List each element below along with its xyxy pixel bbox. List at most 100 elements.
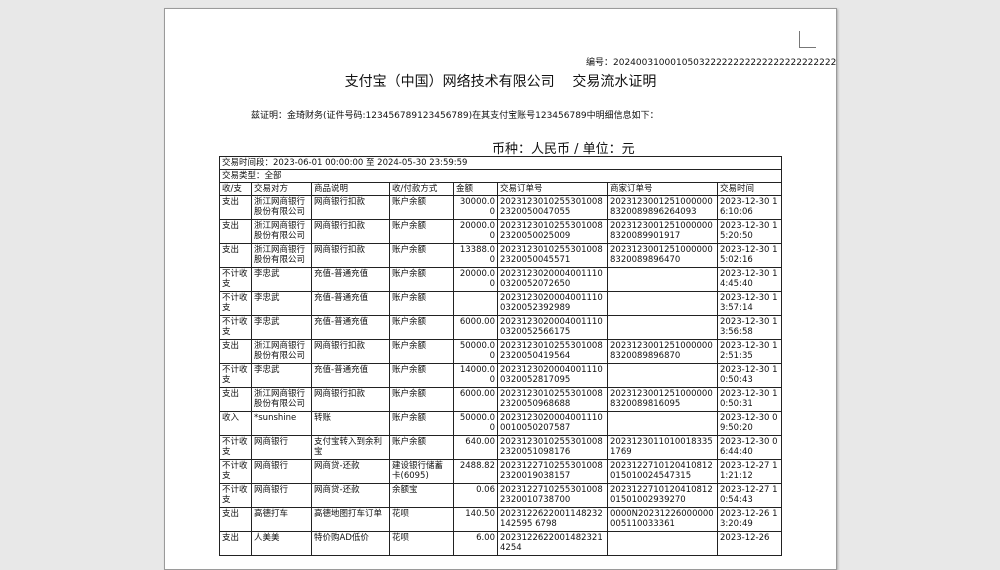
column-header: 商品说明 bbox=[311, 182, 390, 196]
table-cell: 20000.00 bbox=[453, 219, 498, 244]
table-cell: 2488.82 bbox=[453, 459, 498, 484]
table-cell: 2023-12-30 12:51:35 bbox=[716, 339, 783, 364]
table-cell: 支出 bbox=[219, 507, 252, 532]
table-cell: 充值-普通充值 bbox=[311, 267, 390, 292]
table-cell: 网商银行 bbox=[251, 459, 312, 484]
table-cell: 余额宝 bbox=[389, 483, 454, 508]
table-cell: 30000.00 bbox=[453, 195, 498, 220]
table-row: 支出 浙江网商银行股份有限公司 网商银行扣款 账户余额 20000.00 20231230… bbox=[219, 219, 783, 244]
column-header: 金额 bbox=[453, 182, 498, 196]
table-cell: 6.00 bbox=[453, 531, 498, 556]
table-cell: 20231230200040011100320052566175 bbox=[497, 315, 608, 340]
table-row: 不计收支 网商银行 网商贷-还款 余额宝 0.06 2023122710255301008… bbox=[219, 483, 783, 508]
table-cell: 14000.00 bbox=[453, 363, 498, 388]
table-cell: 不计收支 bbox=[219, 267, 252, 292]
table-cell: 网商银行扣款 bbox=[311, 243, 390, 268]
table-cell: 浙江网商银行股份有限公司 bbox=[251, 387, 312, 412]
table-cell bbox=[607, 531, 718, 556]
table-cell: 李忠武 bbox=[251, 363, 312, 388]
table-cell: 202312271012041081201501002939270 bbox=[607, 483, 718, 508]
table-cell: 转账 bbox=[311, 411, 390, 436]
statement-page: 编号：2024003100010503222222222222222222222… bbox=[164, 8, 837, 570]
table-cell: 2023-12-30 09:50:20 bbox=[716, 411, 783, 436]
table-cell: 不计收支 bbox=[219, 315, 252, 340]
table-row: 不计收支 李忠武 充值-普通充值 账户余额 6000.00 202312302000400… bbox=[219, 315, 783, 340]
table-cell: 浙江网商银行股份有限公司 bbox=[251, 195, 312, 220]
table-cell: 20231230012510000008320089816095 bbox=[607, 387, 718, 412]
table-cell: 浙江网商银行股份有限公司 bbox=[251, 219, 312, 244]
table-cell: 20000.00 bbox=[453, 267, 498, 292]
table-cell: 2023122710120410812015010024547315 bbox=[607, 459, 718, 484]
table-cell: 2023-12-30 16:10:06 bbox=[716, 195, 783, 220]
table-cell: 账户余额 bbox=[389, 219, 454, 244]
table-cell: 支出 bbox=[219, 195, 252, 220]
column-header: 交易时间 bbox=[716, 182, 783, 196]
table-row: 支出 高德打车 高德地图打车订单 花呗 140.50 202312262200114823… bbox=[219, 507, 783, 532]
table-cell: 网商贷-还款 bbox=[311, 483, 390, 508]
column-header: 交易对方 bbox=[251, 182, 312, 196]
table-cell: 支出 bbox=[219, 339, 252, 364]
certification-statement: 兹证明：金琦财务(证件号码:123456789123456789)在其支付宝账号… bbox=[251, 111, 659, 121]
table-cell: 不计收支 bbox=[219, 435, 252, 460]
table-cell bbox=[453, 291, 498, 316]
table-cell: 2023-12-30 15:02:16 bbox=[716, 243, 783, 268]
table-row: 支出 人美美 特价购AD低价 花呗 6.00 2023122622001482321425… bbox=[219, 531, 783, 556]
table-cell: 20231230102553010082320050047055 bbox=[497, 195, 608, 220]
table-row: 支出 浙江网商银行股份有限公司 网商银行扣款 账户余额 6000.00 202312301… bbox=[219, 387, 783, 412]
table-cell: 支付宝转入到余利宝 bbox=[311, 435, 390, 460]
table-cell: 人美美 bbox=[251, 531, 312, 556]
table-cell: 50000.00 bbox=[453, 411, 498, 436]
table-cell: 花呗 bbox=[389, 531, 454, 556]
table-cell: 20231230012510000008320089901917 bbox=[607, 219, 718, 244]
table-row: 不计收支 网商银行 支付宝转入到余利宝 账户余额 640.00 2023123010255… bbox=[219, 435, 783, 460]
table-cell: 网商银行扣款 bbox=[311, 339, 390, 364]
table-row: 不计收支 李忠武 充值-普通充值 账户余额 20000.00 20231230200040… bbox=[219, 267, 783, 292]
table-cell: 2023-12-30 10:50:43 bbox=[716, 363, 783, 388]
table-cell: 20231230200040011100320052072650 bbox=[497, 267, 608, 292]
table-cell bbox=[607, 267, 718, 292]
table-cell: 0000N20231226000000005110033361 bbox=[607, 507, 718, 532]
table-cell: 账户余额 bbox=[389, 411, 454, 436]
table-cell: 20231230012510000008320089896870 bbox=[607, 339, 718, 364]
table-cell: 2023122622001148232142595 6798 bbox=[497, 507, 608, 532]
column-header: 交易订单号 bbox=[497, 182, 608, 196]
table-cell: 浙江网商银行股份有限公司 bbox=[251, 243, 312, 268]
table-cell: 网商银行扣款 bbox=[311, 387, 390, 412]
table-cell: 20231230110100183351769 bbox=[607, 435, 718, 460]
table-cell: 网商银行扣款 bbox=[311, 195, 390, 220]
table-cell bbox=[607, 315, 718, 340]
table-cell: 账户余额 bbox=[389, 195, 454, 220]
table-cell: 支出 bbox=[219, 243, 252, 268]
table-cell: 20231230102553010082320051098176 bbox=[497, 435, 608, 460]
table-cell: 2023-12-26 bbox=[716, 531, 783, 556]
table-cell: 20231230102553010082320050045571 bbox=[497, 243, 608, 268]
period-cell: 交易时间段：2023-06-01 00:00:00 至 2024-05-30 2… bbox=[218, 156, 783, 170]
table-cell: 支出 bbox=[219, 531, 252, 556]
table-cell: 20231230102553010082320050025009 bbox=[497, 219, 608, 244]
table-cell: 140.50 bbox=[453, 507, 498, 532]
table-header-row: 收/支 交易对方 商品说明 收/付款方式 金额 交易订单号 商家订单号 交易时间 bbox=[219, 182, 783, 196]
table-cell: 支出 bbox=[219, 219, 252, 244]
table-cell: 账户余额 bbox=[389, 363, 454, 388]
table-cell: 充值-普通充值 bbox=[311, 291, 390, 316]
table-cell bbox=[607, 291, 718, 316]
table-cell: 不计收支 bbox=[219, 291, 252, 316]
table-cell: 640.00 bbox=[453, 435, 498, 460]
table-cell: 2023-12-26 13:20:49 bbox=[716, 507, 783, 532]
table-cell: 2023-12-30 13:57:14 bbox=[716, 291, 783, 316]
table-cell: 20231230102553010082320050968688 bbox=[497, 387, 608, 412]
table-cell: 网商银行扣款 bbox=[311, 219, 390, 244]
table-cell: 13388.00 bbox=[453, 243, 498, 268]
table-cell: 建设银行储蓄卡(6095) bbox=[389, 459, 454, 484]
table-cell: 网商贷-还款 bbox=[311, 459, 390, 484]
table-cell: 20231227102553010082320010738700 bbox=[497, 483, 608, 508]
table-cell: 高德打车 bbox=[251, 507, 312, 532]
table-cell: 网商银行 bbox=[251, 435, 312, 460]
table-cell: 浙江网商银行股份有限公司 bbox=[251, 339, 312, 364]
table-cell: 0.06 bbox=[453, 483, 498, 508]
table-cell: 账户余额 bbox=[389, 267, 454, 292]
table-cell: 不计收支 bbox=[219, 459, 252, 484]
table-cell: *sunshine bbox=[251, 411, 312, 436]
table-cell: 20231227102553010082320019038157 bbox=[497, 459, 608, 484]
table-cell: 2023-12-30 13:56:58 bbox=[716, 315, 783, 340]
